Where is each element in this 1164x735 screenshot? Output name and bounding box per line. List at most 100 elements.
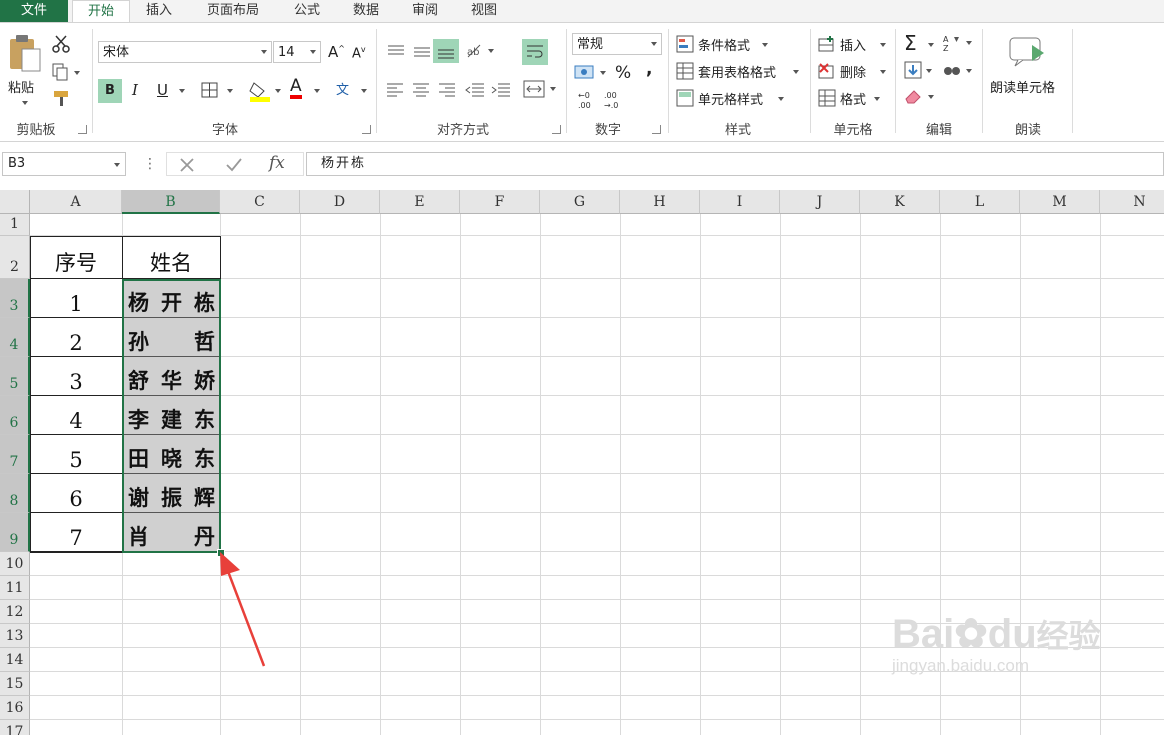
column-header-b[interactable]: B	[122, 190, 220, 214]
conditional-formatting-button[interactable]: 条件格式	[698, 35, 750, 54]
number-launcher-icon[interactable]	[652, 125, 661, 134]
cell-b6[interactable]: 李建东	[122, 396, 220, 435]
align-bottom-icon[interactable]	[433, 39, 459, 63]
format-as-table-icon[interactable]	[676, 62, 694, 80]
column-header-d[interactable]: D	[300, 190, 380, 214]
increase-decimal-icon[interactable]: ←0.00	[576, 89, 598, 111]
number-format-select[interactable]: 常规	[572, 33, 662, 55]
tab-home[interactable]: 开始	[72, 0, 130, 24]
row-header-9[interactable]: 9	[0, 513, 30, 552]
column-header-e[interactable]: E	[380, 190, 460, 214]
cell-b5[interactable]: 舒华娇	[122, 357, 220, 396]
cell-styles-icon[interactable]	[676, 89, 694, 107]
bold-button[interactable]: B	[98, 79, 122, 103]
font-launcher-icon[interactable]	[362, 125, 371, 134]
tab-formulas[interactable]: 公式	[284, 0, 330, 22]
italic-button[interactable]: I	[132, 81, 138, 99]
speak-cells-button[interactable]: 朗读单元格	[990, 77, 1055, 96]
fill-color-icon[interactable]	[248, 79, 272, 103]
name-box[interactable]: B3	[2, 152, 126, 176]
name-box-dropdown-icon[interactable]	[114, 163, 120, 167]
align-center-icon[interactable]	[410, 79, 434, 99]
speak-cells-icon[interactable]	[1008, 35, 1048, 71]
cell-a8[interactable]: 6	[30, 474, 122, 513]
row-header-17[interactable]: 17	[0, 720, 30, 735]
row-header-2[interactable]: 2	[0, 236, 30, 279]
tab-page-layout[interactable]: 页面布局	[196, 0, 270, 22]
row-header-11[interactable]: 11	[0, 576, 30, 600]
sort-filter-icon[interactable]: AZ	[942, 33, 972, 53]
row-header-13[interactable]: 13	[0, 624, 30, 648]
column-header-c[interactable]: C	[220, 190, 300, 214]
format-cells-icon[interactable]	[818, 89, 836, 107]
column-header-j[interactable]: J	[780, 190, 860, 214]
row-header-16[interactable]: 16	[0, 696, 30, 720]
paste-icon[interactable]	[8, 33, 44, 73]
row-header-7[interactable]: 7	[0, 435, 30, 474]
row-header-12[interactable]: 12	[0, 600, 30, 624]
more-options-icon[interactable]: ⋮	[143, 156, 157, 172]
format-cells-dropdown-icon[interactable]	[874, 97, 880, 101]
autosum-dropdown-icon[interactable]	[928, 43, 934, 47]
column-header-f[interactable]: F	[460, 190, 540, 214]
cell-a9[interactable]: 7	[30, 513, 122, 552]
paste-button[interactable]: 粘贴	[8, 77, 34, 96]
align-top-icon[interactable]	[384, 41, 408, 61]
tab-file[interactable]: 文件	[0, 0, 68, 22]
column-header-a[interactable]: A	[30, 190, 122, 214]
insert-cells-icon[interactable]	[818, 35, 836, 53]
align-middle-icon[interactable]	[410, 41, 434, 61]
cell-b9[interactable]: 肖丹	[122, 513, 220, 552]
autosum-icon[interactable]: Σ	[904, 31, 917, 55]
comma-button[interactable]: ,	[646, 59, 652, 79]
delete-cells-dropdown-icon[interactable]	[880, 70, 886, 74]
underline-button[interactable]: U	[157, 81, 168, 99]
format-as-table-button[interactable]: 套用表格格式	[698, 62, 776, 81]
font-name-dropdown-icon[interactable]	[261, 50, 267, 54]
wrap-text-icon[interactable]	[522, 39, 548, 65]
tab-insert[interactable]: 插入	[135, 0, 183, 22]
font-color-button[interactable]: A	[290, 77, 302, 99]
insert-cells-button[interactable]: 插入	[840, 35, 866, 54]
cell-b2-header[interactable]: 姓名	[122, 236, 220, 279]
cell-styles-button[interactable]: 单元格样式	[698, 89, 763, 108]
cut-icon[interactable]	[52, 35, 70, 53]
column-header-h[interactable]: H	[620, 190, 700, 214]
column-header-i[interactable]: I	[700, 190, 780, 214]
cell-a6[interactable]: 4	[30, 396, 122, 435]
row-header-8[interactable]: 8	[0, 474, 30, 513]
cell-styles-dropdown-icon[interactable]	[778, 97, 784, 101]
phonetic-icon[interactable]: 文	[336, 79, 349, 98]
tab-view[interactable]: 视图	[460, 0, 508, 22]
clipboard-launcher-icon[interactable]	[78, 125, 87, 134]
font-size-dropdown-icon[interactable]	[310, 50, 316, 54]
align-right-icon[interactable]	[436, 79, 460, 99]
percent-button[interactable]: %	[615, 63, 631, 83]
cell-a2-header[interactable]: 序号	[30, 236, 122, 279]
currency-icon[interactable]	[574, 63, 610, 83]
decrease-font-icon[interactable]: Av	[352, 45, 366, 61]
cell-a3[interactable]: 1	[30, 279, 122, 318]
row-header-5[interactable]: 5	[0, 357, 30, 396]
font-color-dropdown-icon[interactable]	[314, 89, 320, 93]
find-select-icon[interactable]	[942, 61, 972, 81]
format-cells-button[interactable]: 格式	[840, 89, 866, 108]
column-header-k[interactable]: K	[860, 190, 940, 214]
increase-indent-icon[interactable]	[490, 79, 514, 99]
align-left-icon[interactable]	[384, 79, 408, 99]
cell-a4[interactable]: 2	[30, 318, 122, 357]
decrease-decimal-icon[interactable]: .00→.0	[602, 89, 624, 111]
select-all-corner[interactable]	[0, 190, 30, 214]
alignment-launcher-icon[interactable]	[552, 125, 561, 134]
tab-data[interactable]: 数据	[342, 0, 390, 22]
number-format-dropdown-icon[interactable]	[651, 42, 657, 46]
row-header-14[interactable]: 14	[0, 648, 30, 672]
row-header-6[interactable]: 6	[0, 396, 30, 435]
orientation-icon[interactable]: ab	[464, 41, 496, 61]
format-as-table-dropdown-icon[interactable]	[793, 70, 799, 74]
borders-icon[interactable]	[200, 81, 220, 99]
row-header-4[interactable]: 4	[0, 318, 30, 357]
insert-cells-dropdown-icon[interactable]	[880, 43, 886, 47]
column-header-g[interactable]: G	[540, 190, 620, 214]
fill-color-dropdown-icon[interactable]	[275, 89, 281, 93]
